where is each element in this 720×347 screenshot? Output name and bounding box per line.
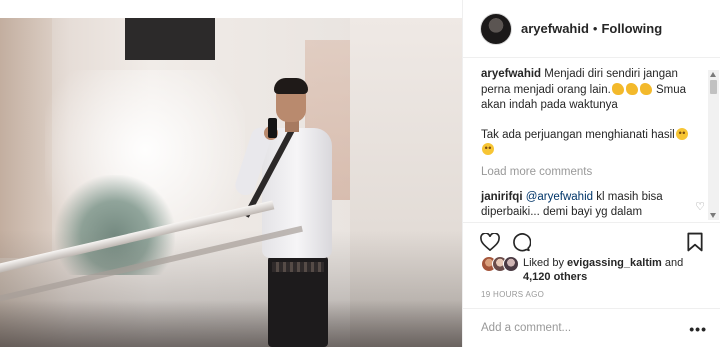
likes-joiner: and — [664, 257, 684, 269]
comments-scrollbar[interactable] — [708, 70, 719, 220]
avatar[interactable] — [480, 12, 512, 45]
heart-icon[interactable] — [479, 231, 501, 253]
flexed-biceps-icon — [625, 82, 638, 95]
header-separator: • — [592, 21, 598, 36]
post-timestamp[interactable]: 19 HOURS AGO — [481, 290, 544, 299]
liker-username[interactable]: evigassing_kaltim — [567, 257, 662, 269]
caption-text-3: Tak ada perjuangan menghianati hasil — [481, 128, 675, 141]
photo-phone — [268, 118, 277, 138]
header-username[interactable]: aryefwahid — [521, 21, 589, 36]
avatar[interactable] — [503, 256, 519, 272]
photo-floor-shadow — [0, 300, 462, 347]
post-photo[interactable] — [0, 0, 462, 347]
flexed-biceps-icon — [611, 82, 624, 95]
flexed-biceps-icon — [639, 82, 652, 95]
post-details-panel: aryefwahid • Following aryefwahid Menjad… — [462, 0, 720, 347]
comments-list[interactable]: aryefwahid Menjadi diri sendiri jangan p… — [463, 59, 720, 221]
likes-summary: Liked by evigassing_kaltim and 4,120 oth… — [481, 256, 711, 288]
caption-paragraph-2: Tak ada perjuangan menghianati hasil — [481, 127, 703, 159]
likes-text: Liked by evigassing_kaltim and 4,120 oth… — [523, 256, 713, 284]
comment-icon[interactable] — [510, 231, 532, 253]
bookmark-icon[interactable] — [684, 231, 706, 253]
comment-like-heart-icon[interactable]: ♡ — [695, 200, 705, 216]
load-more-comments[interactable]: Load more comments — [481, 165, 703, 181]
scrollbar-thumb[interactable] — [710, 80, 717, 94]
add-comment-bar: ••• — [463, 308, 720, 347]
scroll-up-arrow-icon[interactable] — [710, 72, 716, 77]
caption: aryefwahid Menjadi diri sendiri jangan p… — [481, 67, 703, 159]
following-button[interactable]: Following — [601, 21, 662, 36]
comment-mention[interactable]: @aryefwahid — [526, 191, 593, 203]
photo-ceiling-panel — [125, 18, 215, 60]
likes-prefix: Liked by — [523, 257, 564, 269]
liker-avatars[interactable] — [481, 256, 519, 272]
post-actions — [463, 222, 720, 258]
more-options-icon[interactable]: ••• — [689, 321, 707, 337]
smiling-face-icon — [675, 127, 688, 140]
smiling-face-icon — [482, 143, 494, 156]
comment-input[interactable] — [481, 322, 671, 334]
photo-top-band — [0, 0, 462, 18]
caption-username[interactable]: aryefwahid — [481, 68, 541, 80]
likes-count[interactable]: 4,120 others — [523, 271, 587, 283]
photo-person-legs — [268, 256, 328, 347]
post-header: aryefwahid • Following — [463, 0, 720, 58]
list-item: janirifqi @aryefwahid kl masih bisa dipe… — [481, 190, 705, 221]
scroll-down-arrow-icon[interactable] — [710, 213, 716, 218]
comment-username[interactable]: janirifqi — [481, 191, 523, 203]
photo-person-hair — [274, 78, 308, 94]
